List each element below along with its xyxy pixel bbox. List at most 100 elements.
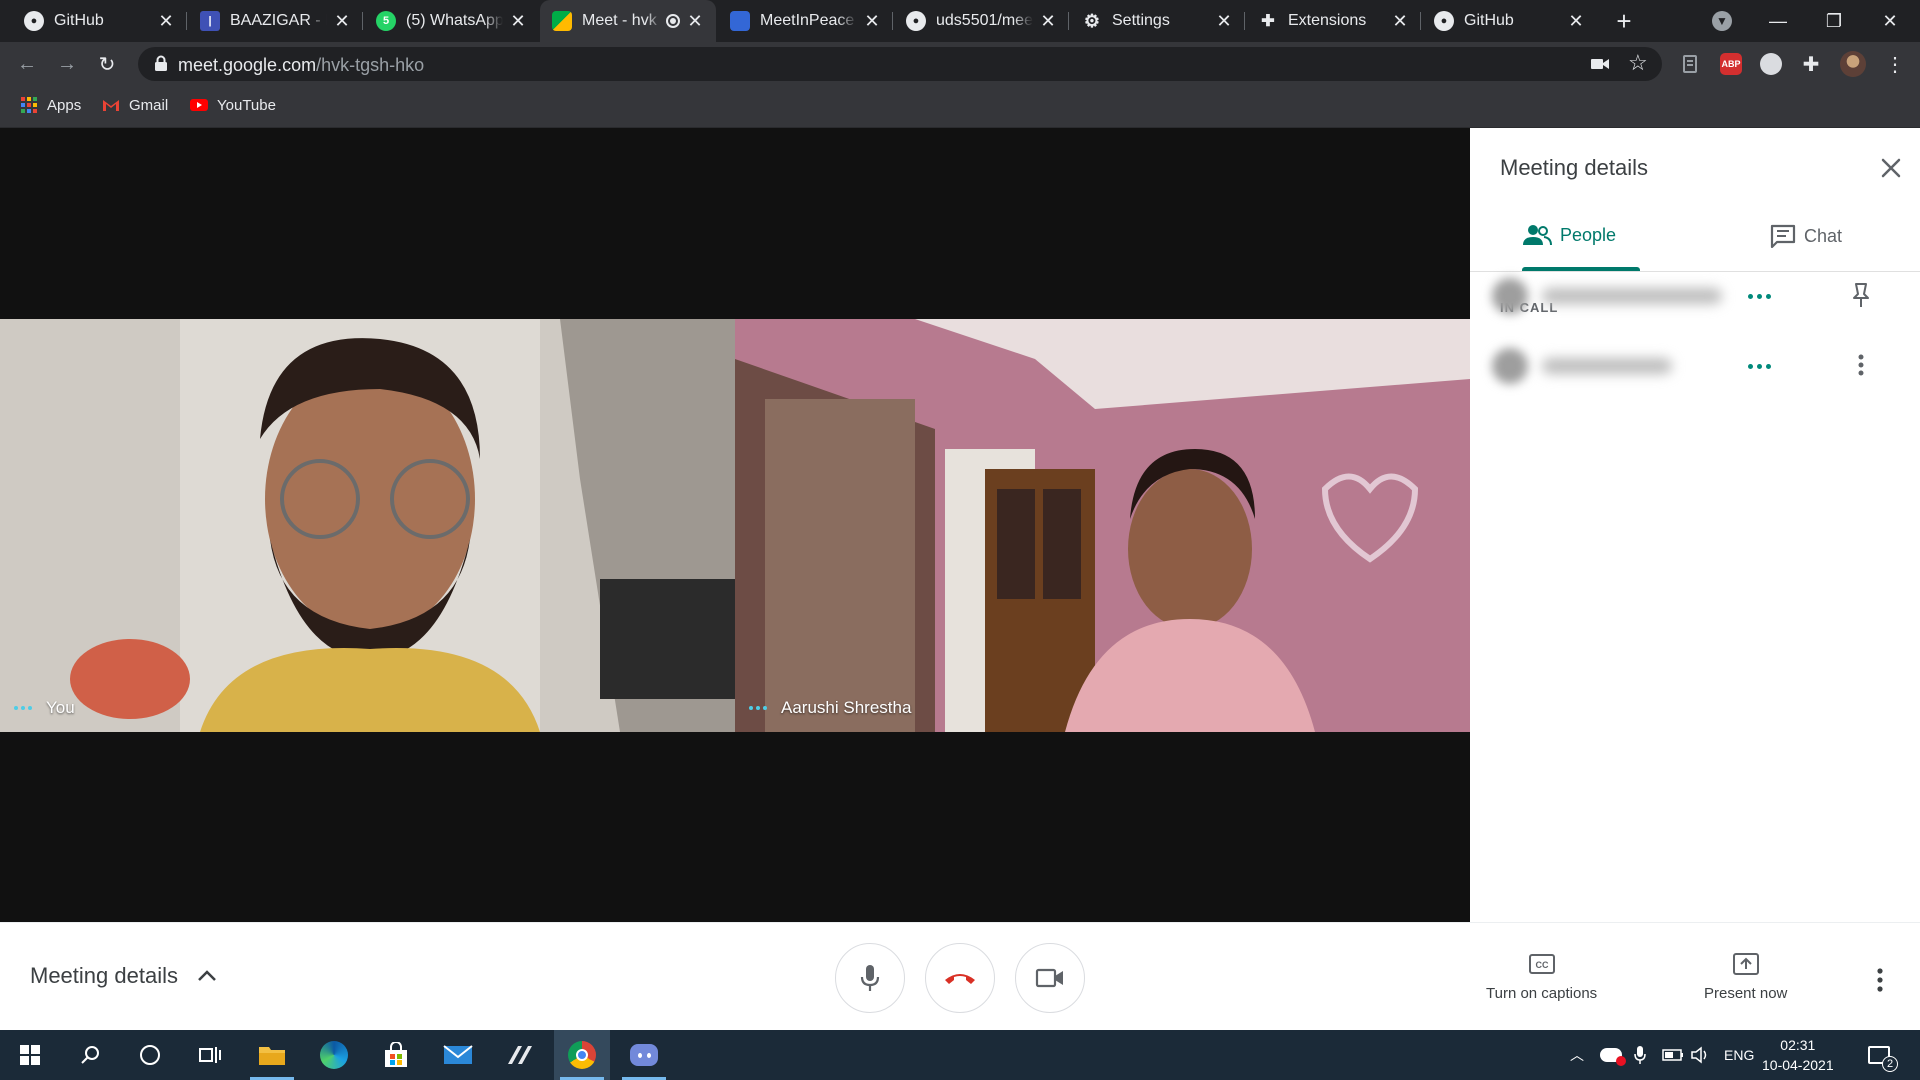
bookmark-label: YouTube xyxy=(217,96,276,114)
github-icon: ● xyxy=(1434,11,1454,31)
tab-extensions[interactable]: ✚ Extensions ✕ xyxy=(1246,0,1421,42)
close-tab-icon[interactable]: ✕ xyxy=(1039,11,1057,32)
app-button[interactable] xyxy=(492,1030,548,1080)
close-tab-icon[interactable]: ✕ xyxy=(686,11,704,32)
tab-title: Meet - hvk xyxy=(582,12,657,29)
more-options-icon[interactable] xyxy=(1868,965,1892,995)
leave-call-button[interactable] xyxy=(925,943,995,1013)
back-button[interactable]: ← xyxy=(12,49,42,79)
chevron-up-icon xyxy=(198,970,216,981)
close-tab-icon[interactable]: ✕ xyxy=(1567,11,1585,32)
chevron-down-icon: ▼ xyxy=(1712,11,1732,31)
bookmark-apps[interactable]: Apps xyxy=(20,96,81,114)
video-feed-you xyxy=(0,319,735,732)
participant-row[interactable] xyxy=(1470,266,1920,326)
chrome-taskbar-button[interactable] xyxy=(554,1030,610,1080)
cortana-button[interactable] xyxy=(122,1030,178,1080)
file-explorer-button[interactable] xyxy=(244,1030,300,1080)
cortana-circle-icon xyxy=(140,1045,160,1065)
reload-button[interactable]: ↻ xyxy=(92,49,122,79)
participant-name-tag: You xyxy=(14,698,75,718)
participant-options-button[interactable] xyxy=(1748,364,1771,369)
tab-people[interactable]: People xyxy=(1522,224,1616,246)
bookmark-star-icon[interactable]: ☆ xyxy=(1628,50,1648,76)
windows-logo-icon xyxy=(20,1045,40,1065)
participant-row[interactable] xyxy=(1470,336,1920,396)
google-meet-icon xyxy=(552,11,572,31)
adblock-plus-icon[interactable]: ABP xyxy=(1716,49,1746,79)
extension-compass-icon[interactable] xyxy=(1756,49,1786,79)
forward-button[interactable]: → xyxy=(52,49,82,79)
tab-title: Extensions xyxy=(1288,12,1367,29)
mail-button[interactable] xyxy=(430,1030,486,1080)
tab-meetinpeace[interactable]: MeetInPeace | ✕ xyxy=(718,0,893,42)
tab-title: MeetInPeace | xyxy=(760,12,857,29)
camera-button[interactable] xyxy=(1015,943,1085,1013)
close-tab-icon[interactable]: ✕ xyxy=(863,11,881,32)
close-tab-icon[interactable]: ✕ xyxy=(333,11,351,32)
chrome-icon xyxy=(568,1041,596,1069)
battery-icon[interactable] xyxy=(1662,1030,1684,1080)
participant-name: Aarushi Shrestha xyxy=(781,698,912,717)
browser-toolbar: ← → ↻ meet.google.com/hvk-tgsh-hko ☆ ABP… xyxy=(0,42,1920,86)
search-button[interactable] xyxy=(62,1030,118,1080)
bookmark-youtube[interactable]: YouTube xyxy=(190,96,276,114)
volume-icon[interactable] xyxy=(1690,1030,1710,1080)
start-button[interactable] xyxy=(2,1030,58,1080)
tab-github[interactable]: ● GitHub ✕ xyxy=(12,0,187,42)
pin-icon[interactable] xyxy=(1846,280,1876,310)
tab-settings[interactable]: ⚙ Settings ✕ xyxy=(1070,0,1245,42)
clock-time: 02:31 xyxy=(1780,1037,1816,1053)
chrome-menu-icon[interactable]: ⋮ xyxy=(1880,49,1910,79)
profile-avatar[interactable] xyxy=(1838,49,1868,79)
input-language[interactable]: ENG xyxy=(1724,1030,1754,1080)
meeting-details-toggle[interactable]: Meeting details xyxy=(30,963,218,989)
close-tab-icon[interactable]: ✕ xyxy=(157,11,175,32)
microphone-tray-icon[interactable] xyxy=(1634,1030,1646,1080)
edge-browser-button[interactable] xyxy=(306,1030,362,1080)
close-tab-icon[interactable]: ✕ xyxy=(1215,11,1233,32)
clock[interactable]: 02:31 10-04-2021 xyxy=(1762,1035,1834,1075)
more-vert-icon[interactable] xyxy=(1846,350,1876,380)
github-icon: ● xyxy=(906,11,926,31)
captions-button[interactable]: CC Turn on captions xyxy=(1486,949,1597,1002)
tab-people-label: People xyxy=(1560,224,1617,245)
task-view-button[interactable] xyxy=(182,1030,238,1080)
tab-meet[interactable]: Meet - hvk ✕ xyxy=(540,0,716,42)
close-tab-icon[interactable]: ✕ xyxy=(1391,11,1409,32)
apps-grid-icon xyxy=(21,97,37,113)
tab-chat[interactable]: Chat xyxy=(1770,224,1842,248)
camera-in-use-icon[interactable] xyxy=(1590,55,1610,73)
participant-tile-aarushi[interactable]: Aarushi Shrestha xyxy=(735,319,1470,732)
onedrive-error-icon[interactable] xyxy=(1600,1030,1626,1080)
tab-github-repo[interactable]: ● uds5501/meet ✕ xyxy=(894,0,1069,42)
tab-whatsapp[interactable]: 5 (5) WhatsApp ✕ xyxy=(364,0,539,42)
close-icon[interactable] xyxy=(1875,152,1907,184)
participant-tile-you[interactable]: You xyxy=(0,319,735,732)
reading-list-icon[interactable] xyxy=(1676,49,1706,79)
extensions-puzzle-icon[interactable]: ✚ xyxy=(1796,49,1826,79)
participant-options-button[interactable] xyxy=(1748,294,1771,299)
address-bar[interactable]: meet.google.com/hvk-tgsh-hko ☆ xyxy=(138,47,1662,81)
browser-tab-strip: ● GitHub ✕ | BAAZIGAR - H ✕ 5 (5) WhatsA… xyxy=(0,0,1920,42)
show-hidden-icons-button[interactable]: ︿ xyxy=(1570,1030,1584,1080)
tab-baazigar[interactable]: | BAAZIGAR - H ✕ xyxy=(188,0,363,42)
meeting-details-label: Meeting details xyxy=(30,963,178,988)
notification-center-button[interactable]: 2 xyxy=(1868,1030,1898,1080)
store-button[interactable] xyxy=(368,1030,424,1080)
discord-button[interactable] xyxy=(616,1030,672,1080)
edge-icon xyxy=(320,1041,348,1069)
svg-text:CC: CC xyxy=(1535,960,1548,970)
close-window-button[interactable]: ✕ xyxy=(1862,0,1918,42)
bookmark-label: Apps xyxy=(47,96,82,114)
restore-button[interactable]: ❐ xyxy=(1806,0,1862,42)
present-now-button[interactable]: Present now xyxy=(1704,949,1787,1002)
minimize-button[interactable]: — xyxy=(1750,0,1806,42)
close-tab-icon[interactable]: ✕ xyxy=(509,11,527,32)
tab-search-button[interactable]: ▼ xyxy=(1694,0,1750,42)
microphone-button[interactable] xyxy=(835,943,905,1013)
bookmark-gmail[interactable]: Gmail xyxy=(102,96,168,114)
tab-github-2[interactable]: ● GitHub ✕ xyxy=(1422,0,1597,42)
new-tab-button[interactable]: + xyxy=(1596,0,1652,42)
arrow-left-icon: ← xyxy=(17,52,37,75)
